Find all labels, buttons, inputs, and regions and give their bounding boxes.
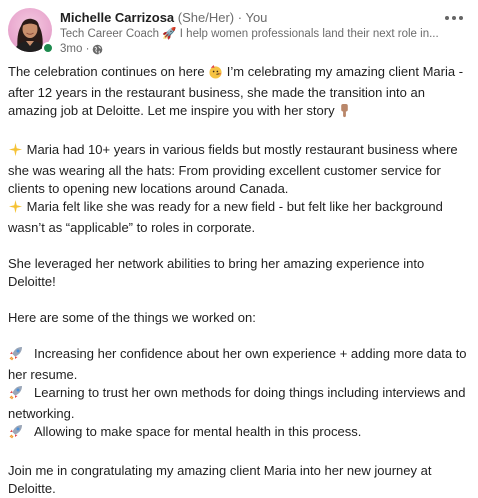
post-header: Michelle Carrizosa (She/Her) · You Tech … [8,8,470,56]
rocket-emoji [8,384,26,405]
bullet-list: Increasing her confidence about her own … [8,345,470,444]
online-status-dot [42,42,54,54]
background-text-a: Maria had 10+ years in various fields bu… [8,142,458,196]
author-name-line: Michelle Carrizosa (She/Her) · You [60,9,267,26]
more-options-button[interactable] [442,10,466,26]
list-item-text: Allowing to make space for mental health… [34,424,362,439]
intro-text-a: The celebration continues on here [8,64,209,79]
more-dot [452,16,456,20]
globe-icon [92,44,103,55]
sparkles-emoji [8,199,23,219]
sparkles-emoji [8,142,23,162]
rocket-emoji [8,345,26,366]
paragraph-list-intro: Here are some of the things we worked on… [8,310,256,325]
list-item: Allowing to make space for mental health… [8,423,470,444]
author-name[interactable]: Michelle Carrizosa [60,10,174,25]
background-line-2: Maria felt like she was ready for a new … [8,198,470,237]
linkedin-post: Michelle Carrizosa (She/Her) · You Tech … [0,0,478,496]
background-text-b: Maria felt like she was ready for a new … [8,199,443,235]
paragraph-background: Maria had 10+ years in various fields bu… [8,141,470,237]
background-line-1: Maria had 10+ years in various fields bu… [8,141,470,198]
post-body: The celebration continues on here I’m ce… [8,63,470,498]
author-pronouns: (She/Her) [177,10,235,25]
list-item-text: Learning to trust her own methods for do… [8,385,466,421]
paragraph-network: She leveraged her network abilities to b… [8,256,425,289]
more-dot [445,16,449,20]
connection-degree: · You [237,10,268,25]
more-dot [459,16,463,20]
paragraph-intro: The celebration continues on here I’m ce… [8,63,470,123]
pointing-down-emoji [338,103,351,123]
author-headline[interactable]: Tech Career Coach 🚀 I help women profess… [60,27,445,42]
partying-face-emoji [208,64,223,84]
post-time: 3mo · [60,42,103,56]
post-time-text: 3mo · [60,43,90,55]
list-item-text: Increasing her confidence about her own … [8,346,467,382]
rocket-emoji [8,423,26,444]
list-item: Increasing her confidence about her own … [8,345,470,384]
paragraph-closing: Join me in congratulating my amazing cli… [8,463,432,496]
list-item: Learning to trust her own methods for do… [8,384,470,423]
